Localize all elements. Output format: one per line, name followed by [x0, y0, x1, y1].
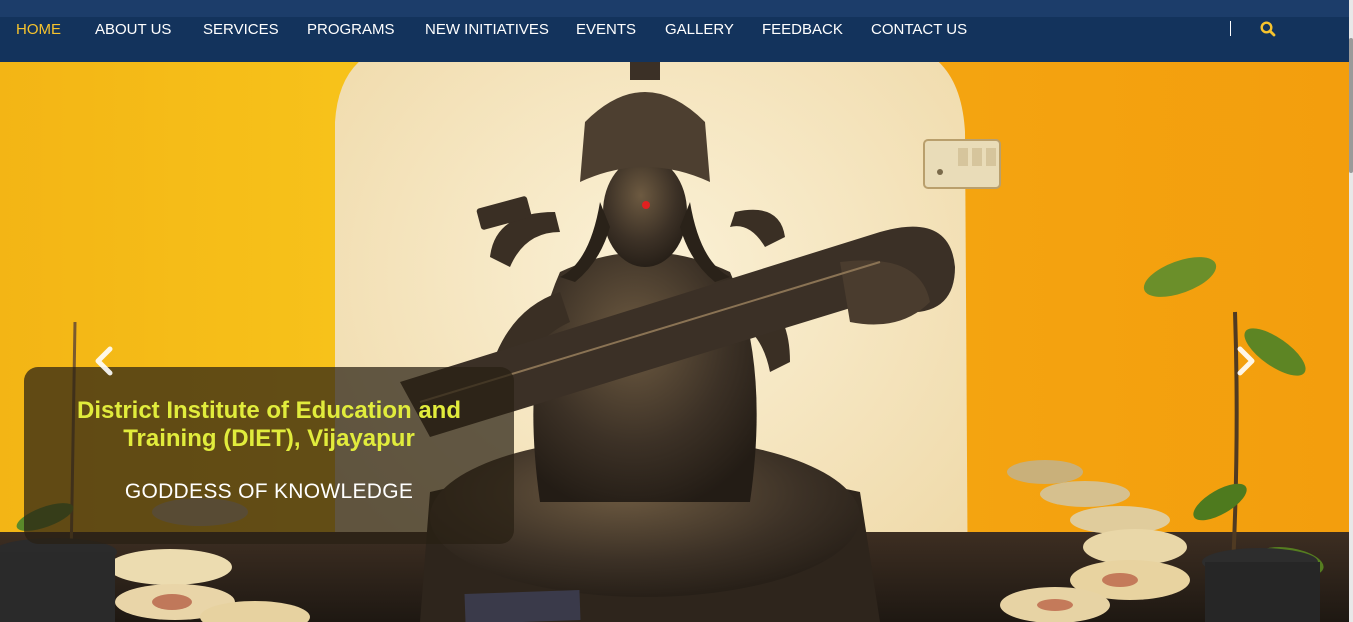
- scrollbar-thumb[interactable]: [1349, 38, 1353, 173]
- caption-title-line1: District Institute of Education and: [76, 397, 461, 424]
- nav-divider: [1230, 21, 1231, 36]
- chevron-right-icon: [1237, 346, 1255, 376]
- nav-item-feedback[interactable]: FEEDBACK: [762, 18, 843, 42]
- caption-title: District Institute of Education and Trai…: [24, 397, 514, 453]
- nav-item-home[interactable]: HOME: [16, 18, 61, 42]
- search-button[interactable]: [1259, 20, 1277, 38]
- caption-title-line2: Training (DIET), Vijayapur: [123, 425, 415, 452]
- slide-caption: District Institute of Education and Trai…: [24, 367, 514, 544]
- chevron-left-icon: [95, 346, 113, 376]
- carousel-prev-button[interactable]: [88, 341, 122, 381]
- nav-item-services[interactable]: SERVICES: [203, 18, 279, 42]
- nav-item-programs[interactable]: PROGRAMS: [307, 18, 395, 42]
- top-navbar: HOME ABOUT US SERVICES PROGRAMS NEW INIT…: [0, 0, 1353, 62]
- nav-item-gallery[interactable]: GALLERY: [665, 18, 734, 42]
- hero-carousel: District Institute of Education and Trai…: [0, 62, 1349, 622]
- navbar-top-strip: [0, 0, 1353, 17]
- nav-item-events[interactable]: EVENTS: [576, 18, 636, 42]
- search-icon: [1260, 21, 1276, 37]
- caption-subtitle: GODDESS OF KNOWLEDGE: [124, 480, 414, 503]
- nav-item-about-us[interactable]: ABOUT US: [95, 18, 171, 42]
- page-scrollbar[interactable]: [1349, 0, 1353, 622]
- nav-item-contact-us[interactable]: CONTACT US: [871, 18, 967, 42]
- nav-item-new-initiatives[interactable]: NEW INITIATIVES: [425, 18, 549, 42]
- carousel-next-button[interactable]: [1228, 341, 1262, 381]
